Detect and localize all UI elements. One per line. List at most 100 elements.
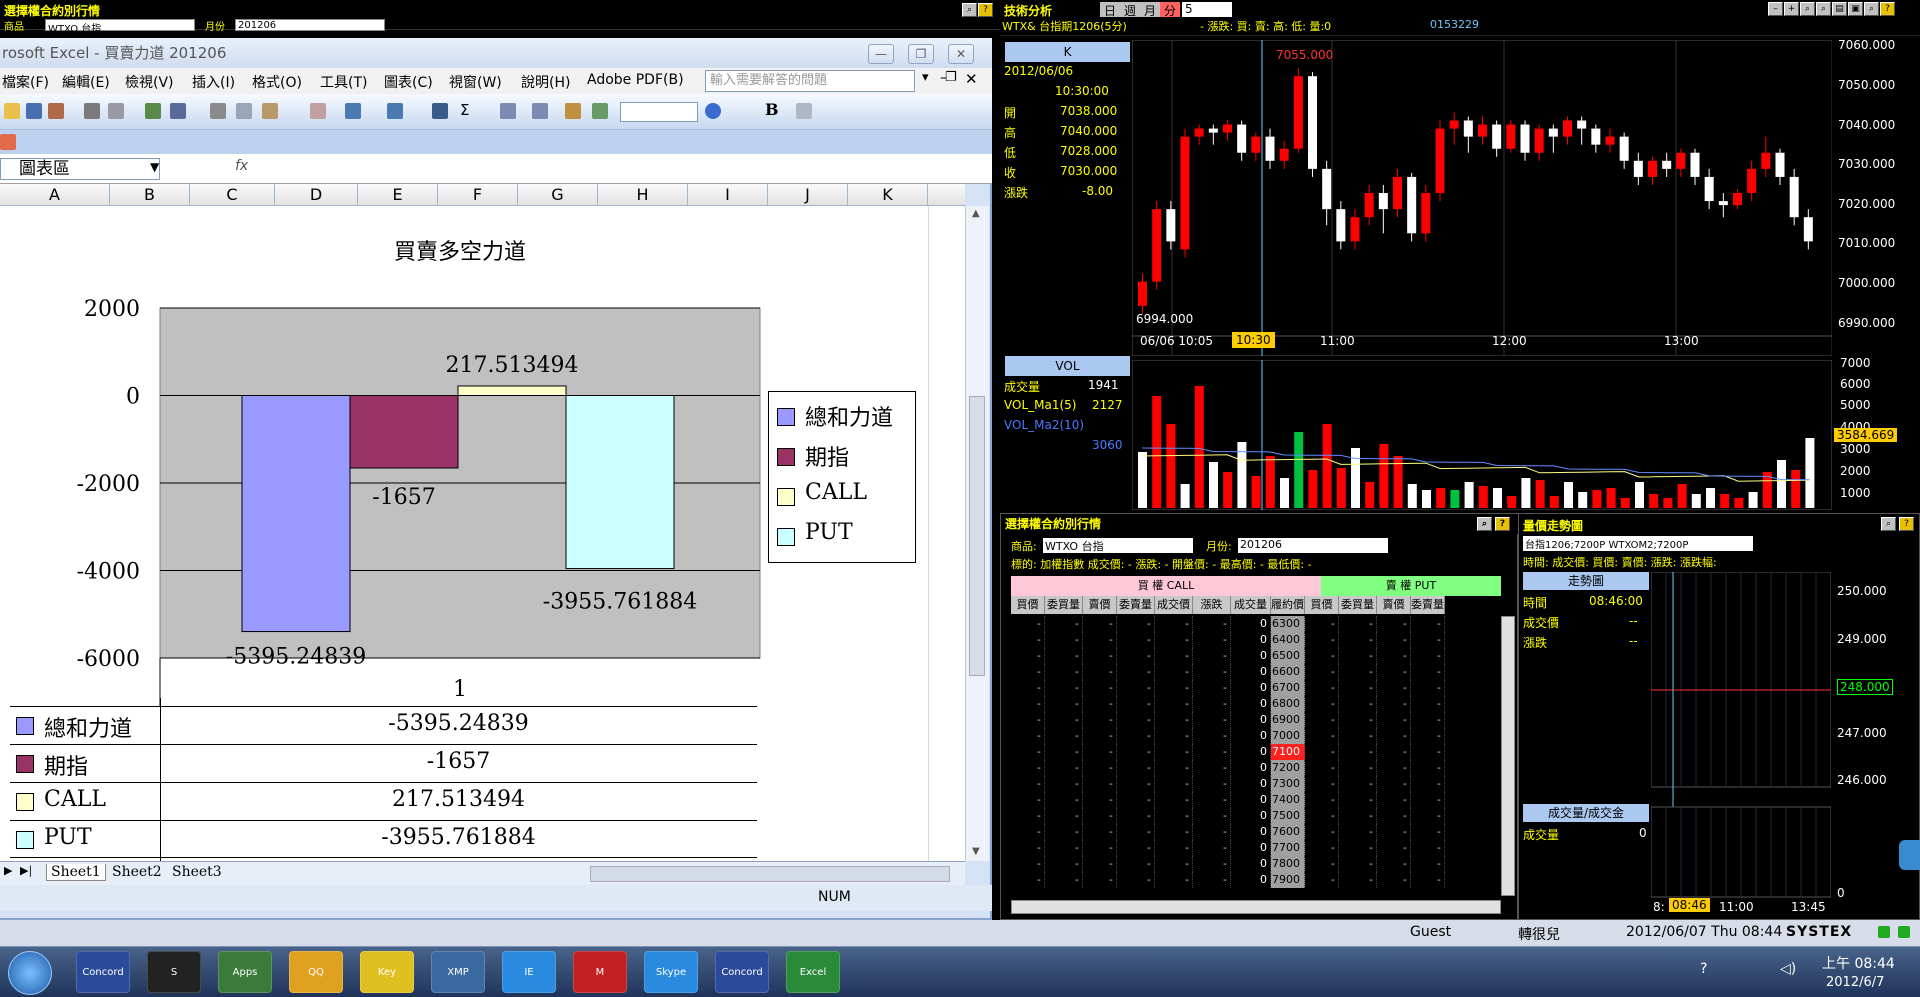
vertical-scrollbar[interactable]: ▲ ▼ bbox=[965, 206, 989, 861]
oc-col-header[interactable]: 委賣量 bbox=[1411, 596, 1445, 614]
oc-table-row[interactable]: - - - - - -0 7900- - - - bbox=[1011, 872, 1501, 888]
strip-month-select[interactable]: 201206 bbox=[235, 19, 385, 31]
chart-wizard-icon[interactable] bbox=[565, 103, 581, 119]
oc-table-row[interactable]: - - - - - -0 6600- - - - bbox=[1011, 664, 1501, 680]
period-day-button[interactable]: 日 bbox=[1100, 2, 1120, 18]
doc-close-icon[interactable]: ✕ bbox=[965, 70, 978, 88]
strip-product-select[interactable]: WTXO 台指 bbox=[45, 19, 195, 35]
side-chat-icon[interactable] bbox=[1899, 840, 1920, 870]
minimize-button[interactable]: — bbox=[868, 44, 894, 64]
undo-icon[interactable] bbox=[345, 103, 361, 119]
scroll-thumb[interactable] bbox=[969, 396, 985, 676]
qt-search-icon[interactable]: ⌕ bbox=[1881, 517, 1896, 531]
spelling-icon[interactable] bbox=[145, 103, 161, 119]
name-box-dropdown-icon[interactable]: ▼ bbox=[150, 160, 159, 174]
menu-adobe-pdf[interactable]: Adobe PDF(B) bbox=[587, 72, 684, 88]
taskbar-app-icon[interactable]: Concord bbox=[715, 951, 769, 993]
qt-help-icon[interactable]: ? bbox=[1899, 517, 1914, 531]
oc-col-header[interactable]: 賣價 bbox=[1083, 596, 1117, 614]
chart-type-icon[interactable] bbox=[0, 134, 16, 150]
oc-col-header[interactable]: 漲跌 bbox=[1193, 596, 1231, 614]
oc-table-row[interactable]: - - - - - -0 7200- - - - bbox=[1011, 760, 1501, 776]
col-i[interactable]: I bbox=[688, 184, 768, 206]
bar-4[interactable] bbox=[565, 395, 675, 570]
taskbar-app-icon[interactable]: IE bbox=[502, 951, 556, 993]
oc-table-row[interactable]: - - - - - -0 6900- - - - bbox=[1011, 712, 1501, 728]
col-g[interactable]: G bbox=[518, 184, 598, 206]
oc-table-row[interactable]: - - - - - -0 7500- - - - bbox=[1011, 808, 1501, 824]
sheet-tab-3[interactable]: Sheet3 bbox=[168, 864, 226, 880]
drawing-icon[interactable] bbox=[592, 103, 608, 119]
print-icon[interactable] bbox=[84, 103, 100, 119]
candlestick-chart[interactable] bbox=[1132, 40, 1832, 356]
autosum-icon[interactable]: Σ bbox=[460, 101, 476, 119]
taskbar-app-icon[interactable]: Key bbox=[360, 951, 414, 993]
excel-title-bar[interactable]: rosoft Excel - 買賣力道 201206 — ❐ ✕ bbox=[0, 38, 992, 68]
quote-symbol-select[interactable]: 台指1206;7200P WTXOM2;7200P bbox=[1523, 536, 1753, 551]
horizontal-scrollbar[interactable] bbox=[590, 866, 950, 882]
oc-vscrollbar[interactable] bbox=[1501, 616, 1515, 896]
oc-month-select[interactable]: 201206 bbox=[1238, 538, 1388, 553]
align-icon[interactable] bbox=[796, 103, 812, 119]
tech-help-icon[interactable]: ? bbox=[1880, 2, 1895, 16]
print-preview-icon[interactable] bbox=[108, 103, 124, 119]
col-j[interactable]: J bbox=[768, 184, 848, 206]
oc-table-row[interactable]: - - - - - -0 6800- - - - bbox=[1011, 696, 1501, 712]
taskbar-app-icon[interactable]: QQ bbox=[289, 951, 343, 993]
tray-clock-time[interactable]: 上午 08:44 bbox=[1822, 953, 1895, 973]
period-month-button[interactable]: 月 bbox=[1140, 2, 1160, 18]
col-c[interactable]: C bbox=[190, 184, 275, 206]
format-painter-icon[interactable] bbox=[310, 103, 326, 119]
volume-chart[interactable] bbox=[1132, 360, 1832, 510]
oc-col-header[interactable]: 賣價 bbox=[1377, 596, 1411, 614]
period-minute-button[interactable]: 分 bbox=[1160, 2, 1180, 18]
scroll-down-icon[interactable]: ▼ bbox=[972, 846, 980, 857]
tech-btn-4-icon[interactable]: ⌕ bbox=[1816, 2, 1831, 16]
taskbar-app-icon[interactable]: Concord bbox=[76, 951, 130, 993]
menu-tools[interactable]: 工具(T) bbox=[320, 72, 367, 92]
tech-btn-2-icon[interactable]: + bbox=[1784, 2, 1799, 16]
menu-help[interactable]: 說明(H) bbox=[521, 72, 570, 92]
oc-table-row[interactable]: - - - - - -0 6500- - - - bbox=[1011, 648, 1501, 664]
ask-dropdown-icon[interactable]: ▾ bbox=[922, 70, 929, 85]
sort-desc-icon[interactable] bbox=[532, 103, 548, 119]
trend-chart[interactable] bbox=[1651, 572, 1831, 912]
tech-btn-3-icon[interactable]: ⌕ bbox=[1800, 2, 1815, 16]
oc-table-row[interactable]: - - - - - -0 7600- - - - bbox=[1011, 824, 1501, 840]
oc-product-select[interactable]: WTXO 台指 bbox=[1043, 538, 1193, 553]
oc-table-row[interactable]: - - - - - -0 7300- - - - bbox=[1011, 776, 1501, 792]
col-e[interactable]: E bbox=[358, 184, 438, 206]
tray-help-icon[interactable]: ? bbox=[1700, 961, 1707, 977]
tray-volume-icon[interactable]: ◁) bbox=[1780, 961, 1796, 977]
tab-last-icon[interactable]: ▶| bbox=[20, 864, 32, 877]
oc-table-row[interactable]: - - - - - -0 6400- - - - bbox=[1011, 632, 1501, 648]
oc-col-header[interactable]: 買價 bbox=[1011, 596, 1045, 614]
oc-col-header[interactable]: 委賣量 bbox=[1117, 596, 1155, 614]
oc-col-header[interactable]: 買價 bbox=[1305, 596, 1339, 614]
tech-btn-1-icon[interactable]: – bbox=[1768, 2, 1783, 16]
save-icon[interactable] bbox=[26, 103, 42, 119]
copy-icon[interactable] bbox=[236, 103, 252, 119]
chart-legend[interactable]: 總和力道 期指 CALL PUT bbox=[768, 391, 916, 563]
redo-icon[interactable] bbox=[387, 103, 403, 119]
oc-table-row[interactable]: - - - - - -0 7400- - - - bbox=[1011, 792, 1501, 808]
oc-col-header[interactable]: 成交量 bbox=[1231, 596, 1271, 614]
col-b[interactable]: B bbox=[110, 184, 190, 206]
menu-chart[interactable]: 圖表(C) bbox=[384, 72, 433, 92]
start-button[interactable] bbox=[8, 951, 52, 995]
period-value-select[interactable]: 5 bbox=[1182, 2, 1232, 17]
tech-btn-5-icon[interactable]: ▤ bbox=[1832, 2, 1847, 16]
tray-clock-date[interactable]: 2012/6/7 bbox=[1826, 975, 1884, 990]
strip-search-icon[interactable]: ⌕ bbox=[962, 3, 977, 17]
sort-asc-icon[interactable] bbox=[500, 103, 516, 119]
menu-window[interactable]: 視窗(W) bbox=[449, 72, 502, 92]
strip-help-icon[interactable]: ? bbox=[978, 3, 993, 17]
oc-col-header[interactable]: 委買量 bbox=[1339, 596, 1377, 614]
oc-col-header[interactable]: 委買量 bbox=[1045, 596, 1083, 614]
bar-3[interactable] bbox=[457, 385, 567, 396]
oc-search-icon[interactable]: ⌕ bbox=[1477, 517, 1492, 531]
menu-view[interactable]: 檢視(V) bbox=[125, 72, 174, 92]
period-week-button[interactable]: 週 bbox=[1120, 2, 1140, 18]
paste-icon[interactable] bbox=[262, 103, 278, 119]
oc-table-row[interactable]: - - - - - -0 6700- - - - bbox=[1011, 680, 1501, 696]
